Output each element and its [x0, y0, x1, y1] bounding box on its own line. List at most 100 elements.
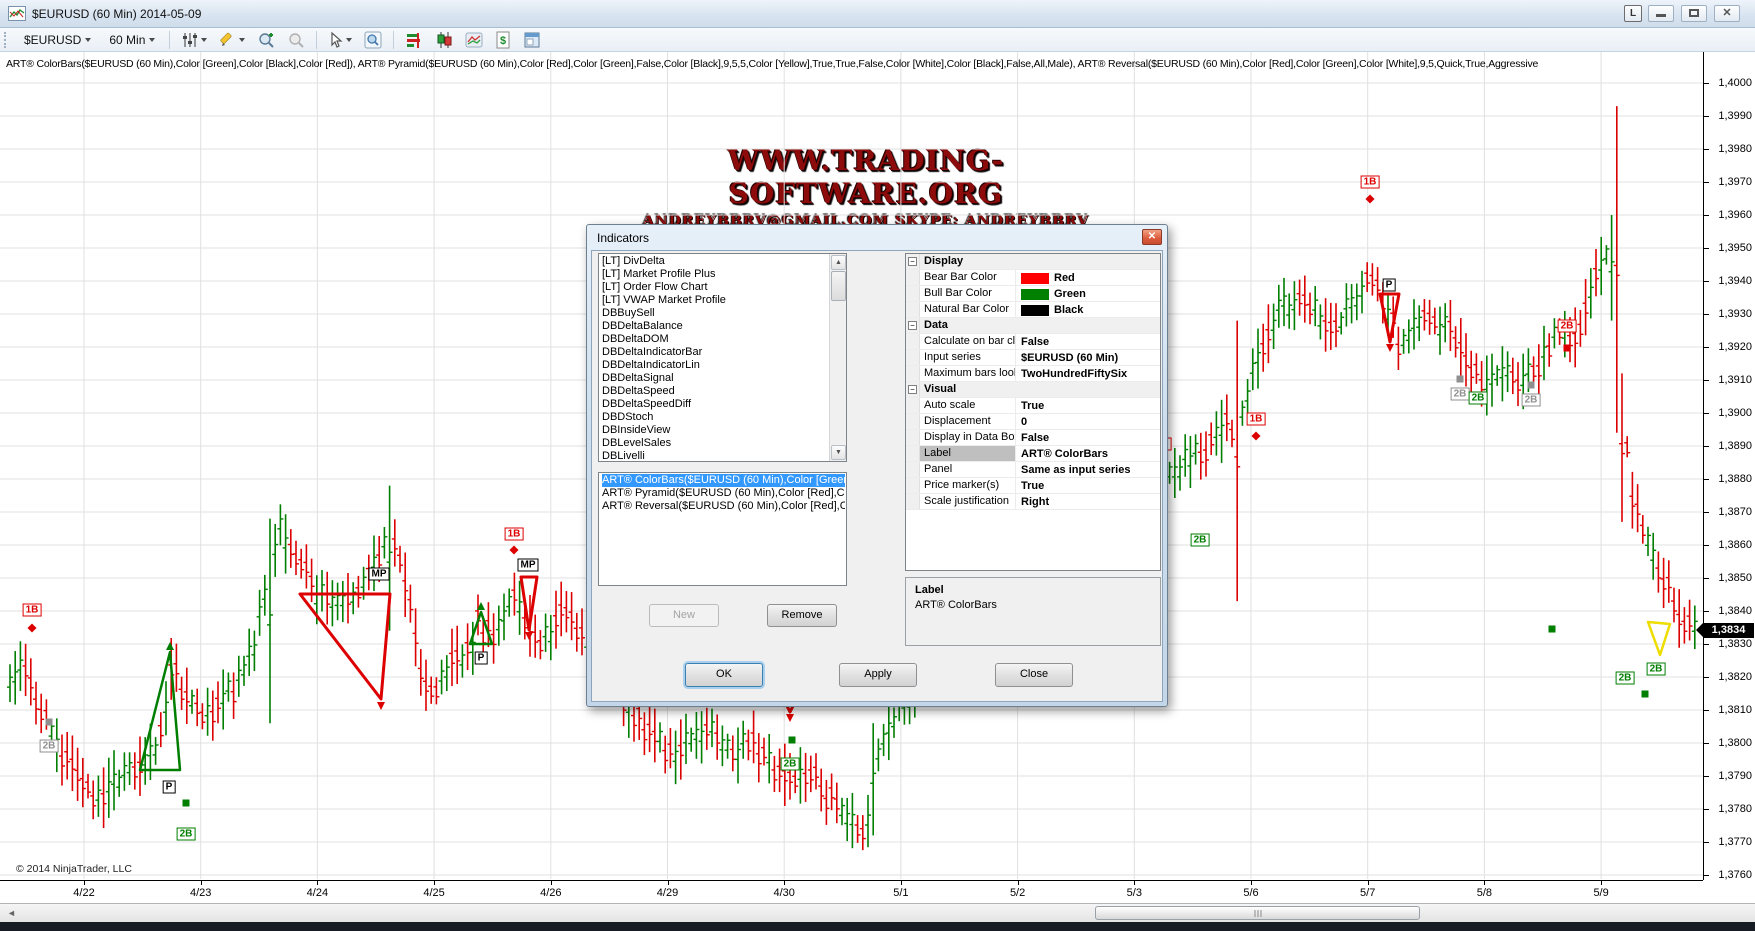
available-indicator-item[interactable]: DBDStoch — [602, 411, 828, 424]
property-value[interactable]: False — [1016, 334, 1160, 349]
available-indicator-item[interactable]: DBLevelSales — [602, 437, 828, 450]
available-indicator-item[interactable]: DBInsideView — [602, 424, 828, 437]
apply-button[interactable]: Apply — [839, 663, 917, 687]
account-data-button[interactable]: $ — [491, 29, 515, 51]
available-indicator-item[interactable]: [LT] Market Profile Plus — [602, 268, 828, 281]
list-scrollbar[interactable]: ▲ ▼ — [829, 254, 846, 461]
pattern-arrow-icon — [166, 642, 174, 650]
available-indicator-item[interactable]: DBDeltaDOM — [602, 333, 828, 346]
price-tick — [1704, 380, 1709, 381]
price-axis-label: 1,3870 — [1718, 506, 1752, 518]
available-indicator-item[interactable]: DBDeltaIndicatorBar — [602, 346, 828, 359]
property-value[interactable]: TwoHundredFiftySix — [1016, 366, 1160, 381]
horizontal-scrollbar[interactable]: ◄ — [0, 903, 1755, 922]
property-row[interactable]: Auto scaleTrue — [906, 398, 1160, 414]
selected-indicator-item[interactable]: ART® Reversal($EURUSD (60 Min),Color [Re… — [602, 500, 845, 513]
property-row[interactable]: Bull Bar ColorGreen — [906, 286, 1160, 302]
property-value[interactable]: True — [1016, 478, 1160, 493]
remove-button[interactable]: Remove — [767, 604, 837, 627]
selected-indicator-item[interactable]: ART® Pyramid($EURUSD (60 Min),Color [Red… — [602, 487, 845, 500]
available-indicator-item[interactable]: [LT] Order Flow Chart — [602, 281, 828, 294]
chevron-down-icon — [346, 38, 352, 42]
date-axis[interactable]: 4/224/234/244/254/264/294/305/15/25/35/6… — [0, 880, 1704, 903]
available-indicator-item[interactable]: DBDeltaSpeed — [602, 385, 828, 398]
dialog-close-button[interactable]: ✕ — [1142, 229, 1162, 245]
property-row[interactable]: Calculate on bar closFalse — [906, 334, 1160, 350]
indicators-button[interactable] — [177, 29, 211, 51]
property-section-header[interactable]: −Display — [906, 254, 1160, 270]
collapse-icon[interactable]: − — [908, 321, 917, 330]
collapse-icon[interactable]: − — [908, 385, 917, 394]
property-row[interactable]: Bear Bar ColorRed — [906, 270, 1160, 286]
price-axis[interactable]: 1,40001,39901,39801,39701,39601,39501,39… — [1703, 52, 1755, 880]
chart-trader-button[interactable] — [461, 29, 487, 51]
property-section-header[interactable]: −Data — [906, 318, 1160, 334]
available-indicator-item[interactable]: DBBuySell — [602, 307, 828, 320]
zoom-in-button[interactable] — [253, 29, 279, 51]
pencil-icon — [219, 31, 237, 49]
ok-button[interactable]: OK — [685, 663, 763, 687]
close-button[interactable]: ✕ — [1714, 5, 1740, 22]
list-scrollbar-thumb[interactable] — [831, 271, 846, 301]
pattern-arrow-icon — [786, 714, 794, 722]
property-value[interactable]: Right — [1016, 494, 1160, 509]
property-value[interactable]: False — [1016, 430, 1160, 445]
volume-bars-button[interactable] — [401, 29, 427, 51]
maximize-button[interactable] — [1681, 5, 1707, 22]
available-indicator-item[interactable]: DBLivelli — [602, 450, 828, 462]
available-indicator-item[interactable]: [LT] VWAP Market Profile — [602, 294, 828, 307]
property-value[interactable]: ART® ColorBars — [1016, 446, 1160, 461]
property-section-header[interactable]: −Visual — [906, 382, 1160, 398]
indicator-property-grid[interactable]: −DisplayBear Bar ColorRedBull Bar ColorG… — [905, 253, 1161, 571]
date-tick — [668, 881, 669, 885]
dialog-close-action-button[interactable]: Close — [995, 663, 1073, 687]
cursor-tool-button[interactable] — [324, 29, 356, 51]
property-row[interactable]: LabelART® ColorBars — [906, 446, 1160, 462]
available-indicator-item[interactable]: [LT] DivDelta — [602, 255, 828, 268]
property-value[interactable]: Red — [1016, 270, 1160, 285]
collapse-icon[interactable]: − — [908, 257, 917, 266]
scroll-left-icon[interactable]: ◄ — [7, 908, 16, 918]
scrollbar-thumb[interactable] — [1095, 906, 1420, 920]
interval-selector[interactable]: 60 Min — [102, 30, 162, 50]
property-label: Natural Bar Color — [920, 302, 1016, 317]
available-indicator-item[interactable]: DBDeltaSpeedDiff — [602, 398, 828, 411]
panel-button[interactable] — [519, 29, 545, 51]
property-row[interactable]: PanelSame as input series — [906, 462, 1160, 478]
available-indicator-item[interactable]: DBDeltaSignal — [602, 372, 828, 385]
available-indicator-item[interactable]: DBDeltaBalance — [602, 320, 828, 333]
drawing-tools-button[interactable] — [215, 29, 249, 51]
zoom-out-button[interactable] — [283, 29, 309, 51]
property-row[interactable]: Input series$EURUSD (60 Min) — [906, 350, 1160, 366]
scroll-down-icon[interactable]: ▼ — [831, 445, 846, 460]
link-button[interactable]: L — [1624, 5, 1642, 22]
toolbar-grip[interactable] — [4, 32, 9, 48]
property-value[interactable]: True — [1016, 398, 1160, 413]
property-row[interactable]: Natural Bar ColorBlack — [906, 302, 1160, 318]
property-row[interactable]: Scale justificationRight — [906, 494, 1160, 510]
available-indicator-item[interactable]: DBDeltaIndicatorLin — [602, 359, 828, 372]
property-label: Bull Bar Color — [920, 286, 1016, 301]
scroll-up-icon[interactable]: ▲ — [831, 255, 846, 270]
instrument-selector[interactable]: $EURUSD — [17, 30, 98, 50]
available-indicators-list[interactable]: ▲ ▼ [LT] DivDelta[LT] Market Profile Plu… — [598, 253, 847, 462]
selected-indicator-item[interactable]: ART® ColorBars($EURUSD (60 Min),Color [G… — [602, 474, 845, 487]
selected-indicators-list[interactable]: ART® ColorBars($EURUSD (60 Min),Color [G… — [598, 472, 847, 586]
property-value[interactable]: $EURUSD (60 Min) — [1016, 350, 1160, 365]
window-titlebar[interactable]: $EURUSD (60 Min) 2014-05-09 L ✕ — [0, 0, 1755, 28]
chevron-down-icon — [201, 38, 207, 42]
property-value[interactable]: 0 — [1016, 414, 1160, 429]
property-row[interactable]: Displacement0 — [906, 414, 1160, 430]
property-row[interactable]: Price marker(s)True — [906, 478, 1160, 494]
property-row[interactable]: Maximum bars look lTwoHundredFiftySix — [906, 366, 1160, 382]
property-value[interactable]: Black — [1016, 302, 1160, 317]
section-label: Display — [920, 254, 963, 269]
chart-style-button[interactable] — [431, 29, 457, 51]
property-value[interactable]: Green — [1016, 286, 1160, 301]
minimize-button[interactable] — [1648, 5, 1674, 22]
scrollbar-grip-icon — [1254, 910, 1261, 917]
data-box-button[interactable] — [360, 29, 386, 51]
indicators-dialog[interactable]: Indicators ✕ ▲ ▼ [LT] DivDelta[LT] Marke… — [586, 224, 1168, 707]
property-value[interactable]: Same as input series — [1016, 462, 1160, 477]
property-row[interactable]: Display in Data BoxFalse — [906, 430, 1160, 446]
